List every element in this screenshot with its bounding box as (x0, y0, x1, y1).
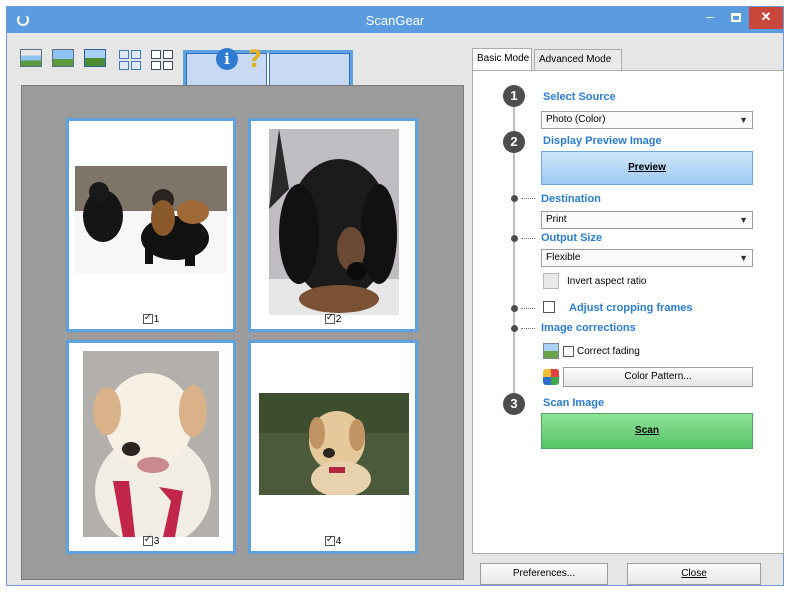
thumbnail-3[interactable]: 3 (66, 340, 236, 554)
output-size-label: Output Size (541, 232, 603, 244)
tab-advanced-mode[interactable]: Advanced Mode (534, 49, 622, 70)
preferences-button[interactable]: Preferences... (480, 563, 608, 585)
image-corrections-dot (511, 325, 518, 332)
close-button-label: Close (681, 568, 707, 579)
thumbnail-checkbox-row: 2 (251, 312, 415, 325)
maximize-button[interactable] (723, 7, 749, 29)
grid-toolbar-button[interactable] (149, 45, 177, 73)
chevron-down-icon: ▼ (739, 215, 748, 225)
info-icon: i (216, 48, 238, 70)
thumbnail-checkbox[interactable] (324, 534, 335, 547)
thumbnail-image (83, 351, 219, 537)
destination-select[interactable]: Print ▼ (541, 211, 753, 229)
thumbnail-image (269, 129, 399, 315)
destination-label: Destination (541, 193, 601, 205)
thumbnail-checkbox[interactable] (142, 312, 153, 325)
window-title: ScanGear (365, 13, 425, 28)
title-bar[interactable]: ScanGear – ✕ (7, 7, 783, 33)
color-pattern-icon (543, 369, 559, 385)
display-preview-label: Display Preview Image (543, 135, 662, 147)
thumbnail-number: 1 (153, 313, 160, 325)
output-size-dash (521, 238, 535, 239)
correct-fading-label: Correct fading (577, 346, 640, 357)
multi-crop-toolbar-button[interactable] (117, 45, 145, 73)
invert-aspect-ratio-icon[interactable] (543, 273, 559, 289)
crop-icon (84, 49, 106, 67)
toolbar: i ? (13, 41, 465, 264)
thumbnail-number: 2 (335, 313, 342, 325)
scan-button[interactable]: Scan (541, 413, 753, 449)
output-size-dot (511, 235, 518, 242)
minimize-button[interactable]: – (697, 7, 723, 29)
image-corrections-label: Image corrections (541, 322, 636, 334)
select-source-label: Select Source (543, 91, 616, 103)
maximize-icon (731, 13, 741, 22)
scan-button-label: Scan (635, 425, 659, 436)
grid-icon (151, 50, 173, 70)
multi-crop-icon (119, 50, 141, 70)
thumbnail-2[interactable]: 2 (248, 118, 418, 332)
preview-toolbar-button[interactable] (49, 45, 77, 73)
thumbnail-checkbox[interactable] (324, 312, 335, 325)
scan-toolbar-button[interactable] (17, 45, 45, 73)
adjust-cropping-checkbox[interactable] (543, 301, 555, 313)
preview-area[interactable]: 1 2 (21, 85, 464, 580)
thumbnail-number: 3 (153, 535, 160, 547)
crop-toolbar-button[interactable] (81, 45, 109, 73)
color-pattern-button[interactable]: Color Pattern... (563, 367, 753, 387)
cropping-dash (521, 308, 535, 309)
image-corrections-dash (521, 328, 535, 329)
preview-button-label: Preview (628, 162, 666, 173)
help-icon: ? (248, 45, 262, 73)
info-toolbar-button[interactable]: i (213, 45, 241, 73)
destination-select-value: Print (546, 214, 567, 225)
step-3-icon: 3 (503, 393, 525, 415)
thumbnail-checkbox-row: 1 (69, 312, 233, 325)
thumbnail-view-toolbar-button[interactable] (181, 45, 353, 264)
destination-dot (511, 195, 518, 202)
invert-aspect-ratio-label: Invert aspect ratio (567, 276, 647, 287)
thumbnail-4[interactable]: 4 (248, 340, 418, 554)
thumbnail-1[interactable]: 1 (66, 118, 236, 332)
chevron-down-icon: ▼ (739, 115, 748, 125)
thumbnail-checkbox[interactable] (142, 534, 153, 547)
cropping-dot (511, 305, 518, 312)
source-select-value: Photo (Color) (546, 114, 606, 125)
close-window-button[interactable]: ✕ (749, 7, 783, 29)
thumbnail-checkbox-row: 4 (251, 534, 415, 547)
close-button[interactable]: Close (627, 563, 761, 585)
scan-image-label: Scan Image (543, 397, 605, 409)
thumbnail-image (75, 166, 227, 274)
destination-dash (521, 198, 535, 199)
basic-mode-panel: 1 Select Source Photo (Color) ▼ 2 Displa… (472, 70, 784, 554)
step-2-icon: 2 (503, 131, 525, 153)
source-select[interactable]: Photo (Color) ▼ (541, 111, 753, 129)
preview-button[interactable]: Preview (541, 151, 753, 185)
preview-icon (52, 49, 74, 67)
tab-basic-mode[interactable]: Basic Mode (472, 48, 532, 70)
thumbnail-image (259, 393, 409, 495)
correct-fading-checkbox[interactable] (563, 346, 574, 357)
adjust-cropping-label: Adjust cropping frames (569, 302, 693, 314)
scangear-window: ScanGear – ✕ i ? ✓1 ✓ 2 ✓3 ✓ 4 Basic Mod… (6, 6, 784, 586)
step-1-icon: 1 (503, 85, 525, 107)
thumbnail-number: 4 (335, 535, 342, 547)
thumbnail-checkbox-row: 3 (69, 534, 233, 547)
scan-icon (20, 49, 42, 67)
help-toolbar-button[interactable]: ? (243, 45, 271, 73)
output-size-select[interactable]: Flexible ▼ (541, 249, 753, 267)
output-size-select-value: Flexible (546, 252, 581, 263)
chevron-down-icon: ▼ (739, 253, 748, 263)
correct-fading-icon (543, 343, 559, 359)
